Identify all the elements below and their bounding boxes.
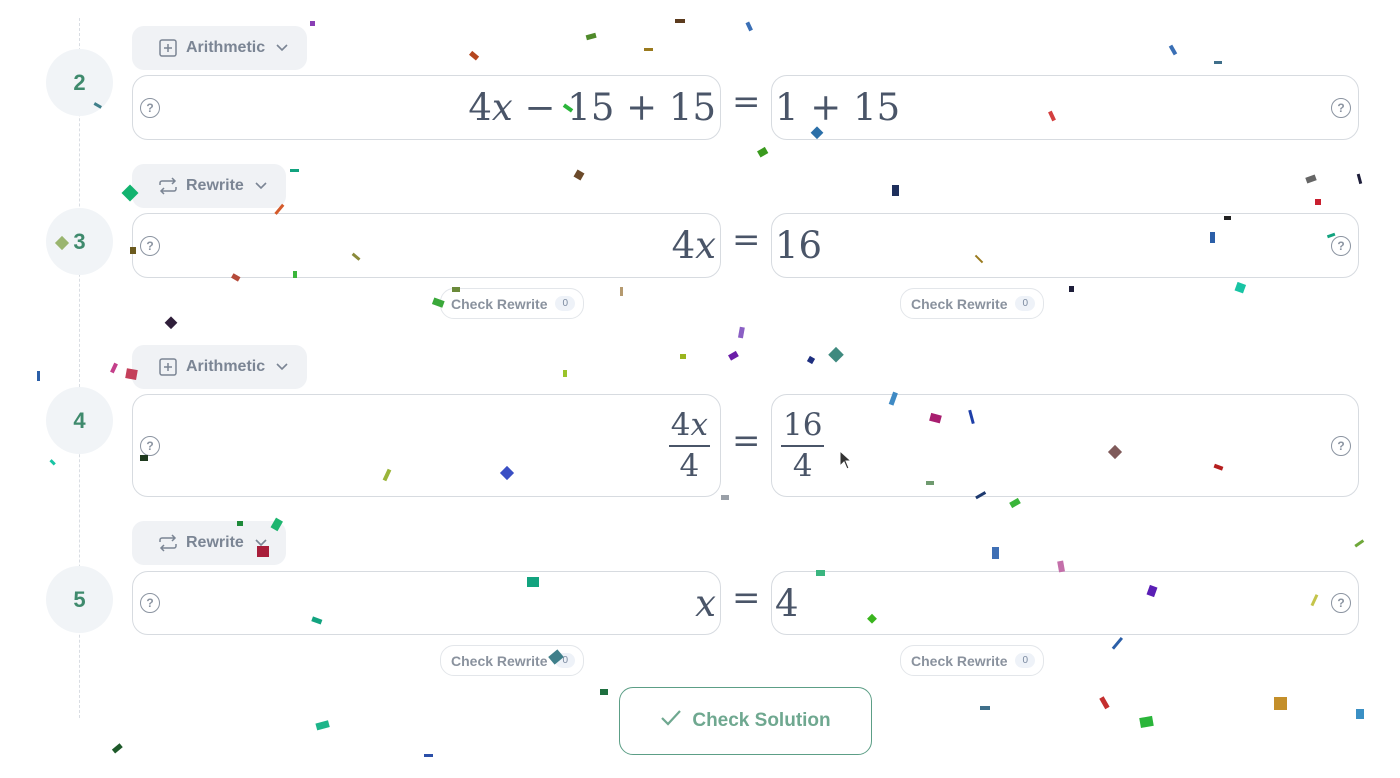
check-rewrite-button[interactable]: Check Rewrite 0	[440, 645, 585, 676]
operation-selector[interactable]: Arithmetic	[132, 26, 308, 70]
operation-selector[interactable]: Arithmetic	[132, 345, 308, 389]
rhs-expression-input[interactable]: 4 ?	[771, 571, 1359, 635]
chevron-down-icon	[275, 360, 289, 374]
lhs-expression: 4x 4	[668, 395, 710, 496]
equals-sign: =	[732, 421, 761, 461]
check-rewrite-button[interactable]: Check Rewrite 0	[440, 288, 585, 319]
operation-label: Rewrite	[186, 534, 244, 551]
lhs-expression-input[interactable]: ? 4x	[132, 213, 721, 278]
operation-selector[interactable]: Rewrite	[132, 164, 286, 208]
step-number: 2	[46, 49, 113, 116]
equals-sign: =	[732, 578, 761, 618]
check-solution-label: Check Solution	[692, 710, 831, 731]
chevron-down-icon	[275, 41, 289, 55]
check-rewrite-button[interactable]: Check Rewrite 0	[900, 288, 1045, 319]
mouse-pointer-icon	[839, 450, 853, 470]
rhs-expression: 16 4	[781, 395, 825, 496]
help-icon[interactable]: ?	[1331, 435, 1351, 456]
rhs-expression: 1 + 15	[775, 86, 901, 129]
operation-label: Rewrite	[186, 177, 244, 194]
help-icon[interactable]: ?	[1331, 235, 1351, 256]
check-rewrite-label: Check Rewrite	[451, 295, 548, 312]
fraction: 4x 4	[668, 406, 710, 484]
step-number: 5	[46, 566, 113, 633]
lhs-expression: x	[695, 581, 716, 625]
checkmark-icon	[660, 709, 682, 733]
lhs-expression-input[interactable]: ? 4x − 15 + 15	[132, 75, 721, 140]
help-icon[interactable]: ?	[140, 97, 160, 118]
lhs-expression-input[interactable]: ? x	[132, 571, 721, 635]
plus-box-icon	[158, 38, 178, 58]
rhs-expression-input[interactable]: 16 ?	[771, 213, 1359, 278]
chevron-down-icon	[254, 536, 268, 550]
step-number: 3	[46, 208, 113, 275]
rhs-expression: 4	[775, 581, 799, 625]
equals-sign: =	[732, 82, 761, 122]
check-solution-button[interactable]: Check Solution	[619, 687, 872, 755]
repeat-icon	[158, 176, 178, 196]
rhs-expression-input[interactable]: 16 4 ?	[771, 394, 1359, 497]
repeat-icon	[158, 533, 178, 553]
operation-selector[interactable]: Rewrite	[132, 521, 286, 565]
attempt-count-badge: 0	[1015, 653, 1036, 668]
chevron-down-icon	[254, 179, 268, 193]
operation-label: Arithmetic	[186, 39, 266, 56]
fraction: 16 4	[781, 406, 825, 484]
plus-box-icon	[158, 357, 178, 377]
help-icon[interactable]: ?	[140, 235, 160, 256]
lhs-expression: 4x	[671, 224, 716, 267]
lhs-expression-input[interactable]: ? 4x 4	[132, 394, 721, 497]
equals-sign: =	[732, 220, 761, 260]
check-rewrite-label: Check Rewrite	[911, 652, 1008, 669]
help-icon[interactable]: ?	[1331, 97, 1351, 118]
help-icon[interactable]: ?	[1331, 593, 1351, 613]
attempt-count-badge: 0	[1015, 296, 1036, 311]
step-number: 4	[46, 387, 113, 454]
operation-label: Arithmetic	[186, 358, 266, 375]
check-rewrite-label: Check Rewrite	[911, 295, 1008, 312]
check-rewrite-button[interactable]: Check Rewrite 0	[900, 645, 1045, 676]
help-icon[interactable]: ?	[140, 435, 160, 456]
attempt-count-badge: 0	[555, 296, 576, 311]
rhs-expression-input[interactable]: 1 + 15 ?	[771, 75, 1359, 140]
check-rewrite-label: Check Rewrite	[451, 652, 548, 669]
rhs-expression: 16	[775, 224, 823, 267]
lhs-expression: 4x − 15 + 15	[468, 86, 716, 129]
help-icon[interactable]: ?	[140, 593, 160, 613]
attempt-count-badge: 0	[555, 653, 576, 668]
